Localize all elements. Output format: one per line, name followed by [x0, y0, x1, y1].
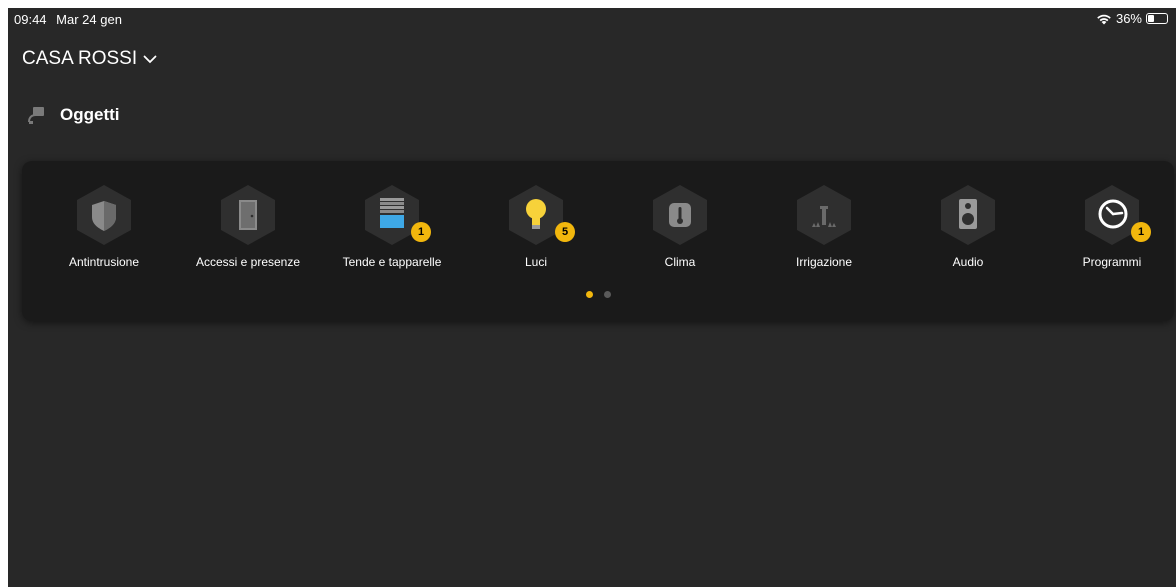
section-title: Oggetti — [60, 105, 120, 124]
tile-irrigazione[interactable]: Irrigazione — [754, 183, 894, 275]
tile-label: Luci — [524, 255, 547, 269]
section-header: Oggetti — [26, 105, 120, 125]
tile-audio[interactable]: Audio — [898, 183, 1038, 275]
tile-label: Clima — [664, 255, 696, 269]
shield-icon — [77, 185, 131, 245]
objects-carousel[interactable]: Antintrusione Accessi e presenze 1 Tende… — [22, 161, 1174, 321]
chevron-down-icon — [143, 55, 157, 63]
door-icon — [221, 185, 275, 245]
tile-label: Programmi — [1082, 255, 1142, 269]
page-dot-2[interactable] — [603, 291, 611, 298]
tile-tende-tapparelle[interactable]: 1 Tende e tapparelle — [322, 183, 462, 275]
tile-badge: 5 — [555, 222, 575, 242]
tile-label: Audio — [952, 255, 984, 269]
tile-accessi-presenze[interactable]: Accessi e presenze — [178, 183, 318, 275]
status-left: 09:44 Mar 24 gen — [14, 12, 128, 27]
tile-label: Accessi e presenze — [195, 255, 301, 269]
page-indicator — [22, 291, 1174, 298]
status-bar: 09:44 Mar 24 gen 36% — [8, 8, 1176, 30]
thermometer-icon — [653, 185, 707, 245]
tile-label: Irrigazione — [795, 255, 853, 269]
status-date: Mar 24 gen — [56, 12, 122, 27]
tile-label: Tende e tapparelle — [342, 255, 442, 269]
battery-fill — [1148, 15, 1154, 22]
tile-programmi[interactable]: 1 Programmi — [1042, 183, 1176, 275]
home-name: CASA ROSSI — [22, 48, 138, 69]
tile-antintrusione[interactable]: Antintrusione — [34, 183, 174, 275]
page-dot-1[interactable] — [585, 291, 593, 298]
battery-percent: 36% — [1115, 11, 1142, 26]
tile-badge: 1 — [1131, 222, 1151, 242]
status-right: 36% — [1096, 11, 1168, 26]
speaker-icon — [941, 185, 995, 245]
battery-icon — [1146, 13, 1168, 24]
tile-luci[interactable]: 5 Luci — [466, 183, 606, 275]
home-selector[interactable]: CASA ROSSI — [22, 48, 157, 70]
objects-icon — [28, 107, 44, 124]
app-screen: 09:44 Mar 24 gen 36% CASA ROSSI Oggetti — [8, 8, 1176, 587]
status-time: 09:44 — [14, 12, 47, 27]
sprinkler-icon — [797, 185, 851, 245]
tile-label: Antintrusione — [68, 255, 140, 269]
wifi-icon — [1097, 14, 1111, 24]
tile-clima[interactable]: Clima — [610, 183, 750, 275]
tile-badge: 1 — [411, 222, 431, 242]
